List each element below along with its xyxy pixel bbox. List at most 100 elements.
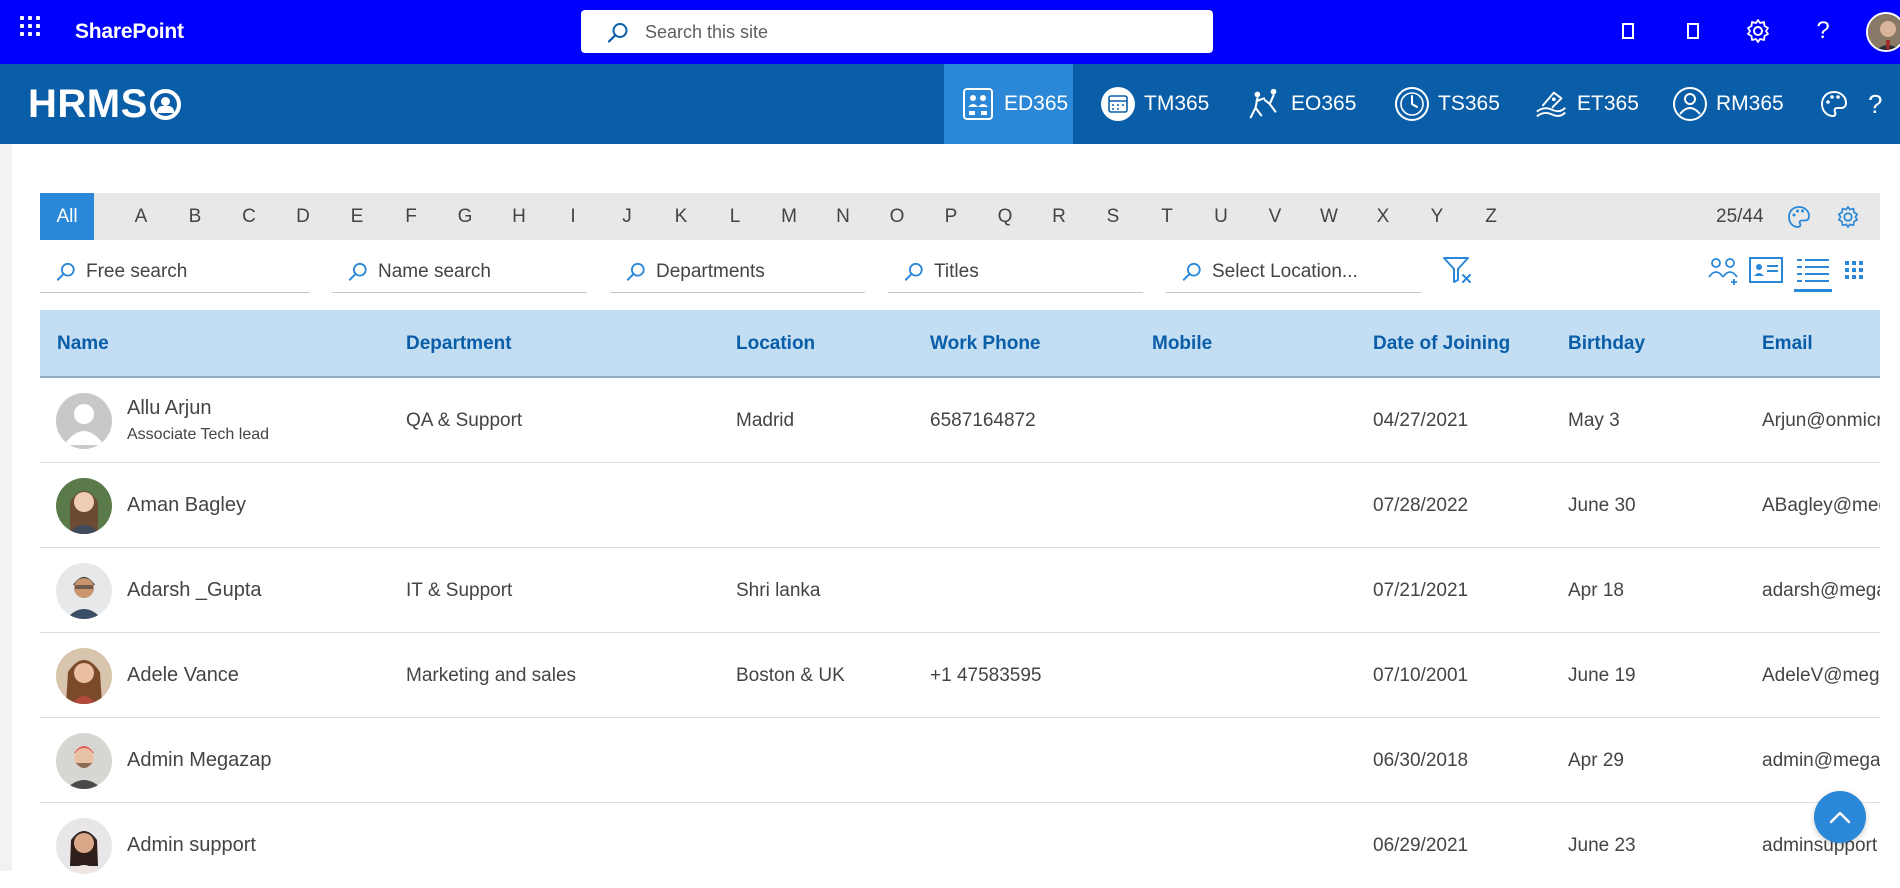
letter-r[interactable]: R — [1039, 193, 1079, 240]
clock-icon — [1394, 86, 1430, 122]
name-search-input[interactable] — [378, 260, 578, 283]
letter-b[interactable]: B — [175, 193, 215, 240]
employee-name[interactable]: Allu Arjun — [127, 397, 212, 420]
settings-gear-icon[interactable] — [1743, 16, 1773, 46]
column-header-date-of-joining[interactable]: Date of Joining — [1373, 310, 1510, 378]
letter-g[interactable]: G — [445, 193, 485, 240]
letter-l[interactable]: L — [715, 193, 755, 240]
work-phone-cell[interactable]: +1 47583595 — [930, 633, 1041, 718]
module-ts365[interactable]: TS365 — [1394, 64, 1500, 144]
sharepoint-title[interactable]: SharePoint — [75, 20, 184, 44]
email-cell[interactable]: Arjun@onmicr — [1762, 378, 1883, 463]
table-row[interactable]: Aman Bagley 07/28/2022 June 30 ABagley@m… — [40, 463, 1889, 548]
notebook-icon[interactable] — [1678, 16, 1708, 46]
email-cell[interactable]: AdeleV@mega — [1762, 633, 1890, 718]
location-input[interactable] — [1212, 260, 1412, 283]
letter-t[interactable]: T — [1147, 193, 1187, 240]
avatar[interactable] — [56, 818, 112, 874]
module-eo365[interactable]: EO365 — [1247, 64, 1356, 144]
departments-field[interactable] — [610, 251, 865, 293]
avatar[interactable] — [56, 733, 112, 789]
letter-u[interactable]: U — [1201, 193, 1241, 240]
help-icon[interactable]: ? — [1808, 16, 1838, 46]
clear-filter-icon[interactable] — [1440, 252, 1476, 288]
titles-field[interactable] — [888, 251, 1143, 293]
org-chart-view-icon[interactable] — [1706, 252, 1742, 288]
letter-h[interactable]: H — [499, 193, 539, 240]
site-search-box[interactable] — [581, 10, 1213, 53]
column-header-location[interactable]: Location — [736, 310, 815, 378]
avatar[interactable] — [56, 393, 112, 449]
letter-k[interactable]: K — [661, 193, 701, 240]
column-header-name[interactable]: Name — [57, 310, 109, 378]
module-rm365[interactable]: RM365 — [1672, 64, 1784, 144]
letter-s[interactable]: S — [1093, 193, 1133, 240]
employee-name[interactable]: Admin support — [127, 834, 256, 857]
grid-view-icon[interactable] — [1836, 252, 1872, 288]
card-view-icon[interactable] — [1748, 252, 1784, 288]
letter-j[interactable]: J — [607, 193, 647, 240]
free-search-field[interactable] — [40, 251, 310, 293]
hrms-app-bar: HRMS ED365 TM365 EO365 TS365 ET365 RM365… — [0, 64, 1900, 144]
hrms-logo[interactable]: HRMS — [28, 82, 181, 127]
letter-y[interactable]: Y — [1417, 193, 1457, 240]
scroll-to-top-button[interactable] — [1814, 791, 1866, 843]
letter-z[interactable]: Z — [1471, 193, 1511, 240]
employee-name[interactable]: Aman Bagley — [127, 494, 246, 517]
email-cell[interactable]: ABagley@meg — [1762, 463, 1889, 548]
employee-name[interactable]: Admin Megazap — [127, 749, 272, 772]
column-header-mobile[interactable]: Mobile — [1152, 310, 1212, 378]
letter-e[interactable]: E — [337, 193, 377, 240]
table-row[interactable]: Admin Megazap 06/30/2018 Apr 29 admin@me… — [40, 718, 1886, 803]
user-avatar[interactable] — [1866, 12, 1900, 52]
column-header-email[interactable]: Email — [1762, 310, 1813, 378]
avatar[interactable] — [56, 478, 112, 534]
letter-f[interactable]: F — [391, 193, 431, 240]
module-et365[interactable]: ET365 — [1533, 64, 1639, 144]
palette-icon[interactable] — [1787, 205, 1811, 229]
letter-m[interactable]: M — [769, 193, 809, 240]
list-view-icon[interactable] — [1795, 252, 1831, 288]
app-help-icon[interactable]: ? — [1868, 64, 1882, 144]
letter-c[interactable]: C — [229, 193, 269, 240]
email-cell[interactable]: admin@mega. — [1762, 718, 1886, 803]
teams-chat-icon[interactable] — [1613, 16, 1643, 46]
email-cell[interactable]: adarsh@mega — [1762, 548, 1887, 633]
letter-all[interactable]: All — [40, 193, 94, 240]
employee-name[interactable]: Adarsh _Gupta — [127, 579, 262, 602]
letter-x[interactable]: X — [1363, 193, 1403, 240]
module-rm365-label: RM365 — [1716, 92, 1784, 115]
letter-p[interactable]: P — [931, 193, 971, 240]
letter-i[interactable]: I — [553, 193, 593, 240]
departments-input[interactable] — [656, 260, 856, 283]
table-row[interactable]: Adele Vance Marketing and sales Boston &… — [40, 633, 1890, 718]
department-cell: IT & Support — [406, 579, 513, 601]
letter-v[interactable]: V — [1255, 193, 1295, 240]
module-tm365[interactable]: TM365 — [1100, 64, 1209, 144]
column-header-birthday[interactable]: Birthday — [1568, 310, 1645, 378]
work-phone-cell[interactable]: 6587164872 — [930, 378, 1036, 463]
letter-d[interactable]: D — [283, 193, 323, 240]
site-search-input[interactable] — [645, 19, 1185, 45]
free-search-input[interactable] — [86, 260, 286, 283]
titles-input[interactable] — [934, 260, 1134, 283]
table-row[interactable]: Admin support 06/29/2021 June 23 adminsu… — [40, 803, 1880, 874]
letter-o[interactable]: O — [877, 193, 917, 240]
location-field[interactable] — [1166, 251, 1421, 293]
settings-gear-icon[interactable] — [1836, 205, 1860, 229]
letter-q[interactable]: Q — [985, 193, 1025, 240]
name-search-field[interactable] — [332, 251, 587, 293]
employee-name[interactable]: Adele Vance — [127, 664, 239, 687]
column-header-work-phone[interactable]: Work Phone — [930, 310, 1041, 378]
module-ed365[interactable]: ED365 — [944, 64, 1073, 144]
letter-w[interactable]: W — [1309, 193, 1349, 240]
column-header-department[interactable]: Department — [406, 310, 512, 378]
table-row[interactable]: Adarsh _Gupta IT & Support Shri lanka 07… — [40, 548, 1887, 633]
letter-a[interactable]: A — [121, 193, 161, 240]
theme-palette-button[interactable] — [1816, 64, 1852, 144]
avatar[interactable] — [56, 648, 112, 704]
letter-n[interactable]: N — [823, 193, 863, 240]
avatar[interactable] — [56, 563, 112, 619]
app-launcher-icon[interactable] — [20, 16, 44, 40]
table-row[interactable]: Allu Arjun Associate Tech lead QA & Supp… — [40, 378, 1883, 463]
